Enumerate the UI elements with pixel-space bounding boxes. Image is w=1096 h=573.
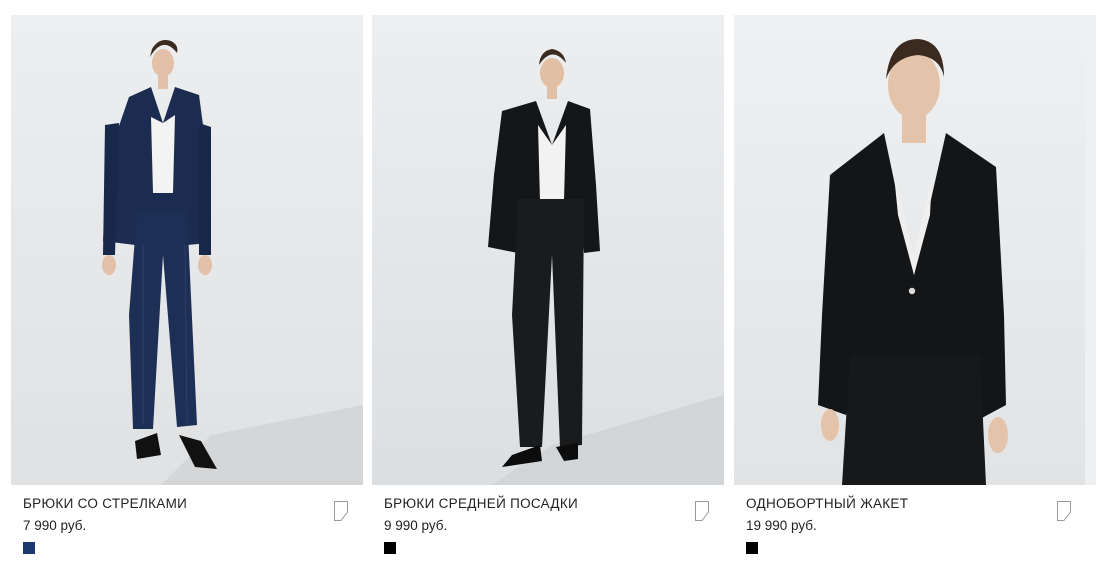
product-title[interactable]: ОДНОБОРТНЫЙ ЖАКЕТ <box>746 495 1074 513</box>
bookmark-icon[interactable] <box>1056 500 1072 522</box>
product-info: БРЮКИ СО СТРЕЛКАМИ 7 990 руб. <box>23 495 351 554</box>
product-title[interactable]: БРЮКИ СРЕДНЕЙ ПОСАДКИ <box>384 495 712 513</box>
product-photo[interactable] <box>372 15 724 485</box>
product-grid: БРЮКИ СО СТРЕЛКАМИ 7 990 руб. БРЮКИ СРЕД… <box>11 15 1096 573</box>
color-swatch[interactable] <box>746 542 758 554</box>
product-price: 9 990 руб. <box>384 518 448 533</box>
product-price: 7 990 руб. <box>23 518 87 533</box>
navy-suit-photo-icon <box>11 15 363 485</box>
color-swatch[interactable] <box>384 542 396 554</box>
color-swatch[interactable] <box>23 542 35 554</box>
black-jacket-photo-icon <box>734 15 1086 485</box>
product-info: БРЮКИ СРЕДНЕЙ ПОСАДКИ 9 990 руб. <box>384 495 712 554</box>
product-card[interactable]: БРЮКИ СРЕДНЕЙ ПОСАДКИ 9 990 руб. <box>372 15 724 573</box>
bookmark-icon[interactable] <box>333 500 349 522</box>
black-suit-photo-icon <box>372 15 724 485</box>
product-card[interactable]: ОДНОБОРТНЫЙ ЖАКЕТ 19 990 руб. <box>734 15 1086 573</box>
product-photo[interactable] <box>11 15 363 485</box>
bookmark-icon[interactable] <box>694 500 710 522</box>
product-card[interactable]: БРЮКИ СО СТРЕЛКАМИ 7 990 руб. <box>11 15 363 573</box>
product-photo[interactable] <box>734 15 1086 485</box>
product-title[interactable]: БРЮКИ СО СТРЕЛКАМИ <box>23 495 351 513</box>
product-price: 19 990 руб. <box>746 518 817 533</box>
next-product-card-edge <box>1085 15 1096 485</box>
product-info: ОДНОБОРТНЫЙ ЖАКЕТ 19 990 руб. <box>746 495 1074 554</box>
